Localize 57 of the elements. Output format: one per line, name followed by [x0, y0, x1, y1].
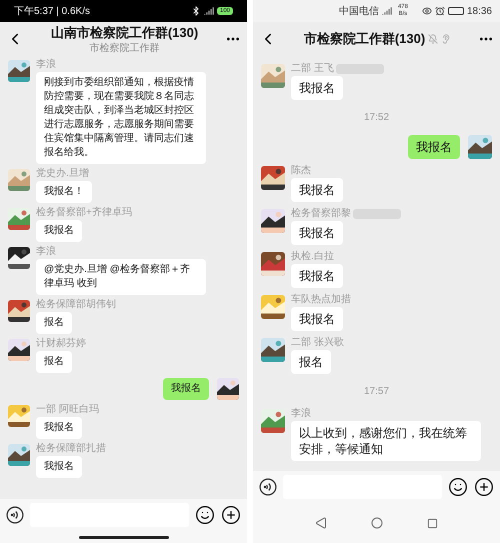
carrier-name: 中国电信	[338, 4, 379, 18]
timestamp: 17:57	[364, 385, 390, 399]
plus-icon[interactable]	[474, 477, 494, 497]
sender-name: 李浪	[291, 409, 311, 419]
message-bubble: 我报名	[291, 264, 343, 288]
bluetooth-icon	[190, 6, 201, 16]
message-bubble: 我报名	[36, 220, 82, 242]
sender-name: 二部 张兴歌	[291, 338, 344, 348]
sender-name: 车队热点加措	[291, 295, 351, 305]
message-bubble: 报名	[36, 351, 72, 373]
message-bubble: 我报名	[291, 221, 343, 245]
sender-name: 检务保障部扎措	[36, 444, 106, 454]
sender-name: 检务督察部黎	[291, 209, 351, 219]
message-bubble: 我报名	[163, 378, 209, 400]
emoji-icon[interactable]	[195, 505, 215, 525]
sender-name: 党史办.旦增	[36, 169, 89, 179]
message-bubble: 我报名	[36, 417, 82, 439]
message-bubble: 我报名	[408, 135, 460, 159]
message-bubble: 报名	[36, 312, 72, 334]
battery-icon	[448, 7, 464, 15]
sender-name: 二部 王飞	[291, 64, 334, 74]
alarm-icon	[434, 6, 445, 16]
voice-icon[interactable]	[259, 478, 277, 496]
message-bubble: 报名	[291, 350, 331, 374]
message-bubble: 刚接到市委组织部通知，根据疫情防控需要，现在需要我院８名同志组成突击队，到泽当老城区封控区进行志愿服务，志愿服务期间需要住宾馆集中隔离管理。请同志们速报名给我。	[36, 72, 206, 164]
chat-title: 市检察院工作群(130)	[304, 30, 426, 48]
back-nav-icon[interactable]	[315, 517, 327, 529]
ear-icon	[441, 34, 452, 44]
emoji-icon[interactable]	[448, 477, 468, 497]
signal-icon	[204, 6, 214, 16]
home-nav-icon[interactable]	[371, 517, 383, 529]
message-bubble: 我报名	[291, 178, 343, 202]
sender-name: 李浪	[36, 247, 56, 257]
plus-icon[interactable]	[221, 505, 241, 525]
sender-name: 检务督察部+齐律卓玛	[36, 208, 132, 218]
message-bubble: 我报名	[36, 456, 82, 478]
message-bubble: 我报名	[291, 307, 343, 331]
signal-icon	[382, 6, 392, 16]
sender-name: 计财郝芬婷	[36, 339, 86, 349]
sender-name: 陈杰	[291, 166, 311, 176]
eye-icon	[422, 6, 432, 16]
chat-subtitle: 市检察院工作群	[90, 42, 160, 55]
voice-icon[interactable]	[6, 506, 24, 524]
clock-time: 18:36	[466, 4, 492, 18]
message-bubble: 我报名！	[36, 181, 92, 203]
recents-nav-icon[interactable]	[427, 518, 438, 528]
message-bubble: @党史办.旦增 @检务督察部＋齐律卓玛 收到	[36, 259, 206, 295]
message-bubble: 以上收到，感谢您们，我在统筹安排，等候通知	[291, 421, 481, 461]
sender-name: 执检.白拉	[291, 252, 334, 262]
sender-name: 李浪	[36, 60, 56, 70]
sender-name: 一部 阿旺白玛	[36, 405, 99, 415]
chat-title: 山南市检察院工作群(130)	[50, 24, 198, 42]
message-bubble: 我报名	[291, 76, 343, 100]
sender-name: 检务保障部胡伟钊	[36, 300, 116, 310]
status-text: 下午5:37 | 0.6K/s	[14, 4, 90, 18]
home-indicator[interactable]	[78, 536, 168, 538]
timestamp: 17:52	[364, 111, 390, 125]
